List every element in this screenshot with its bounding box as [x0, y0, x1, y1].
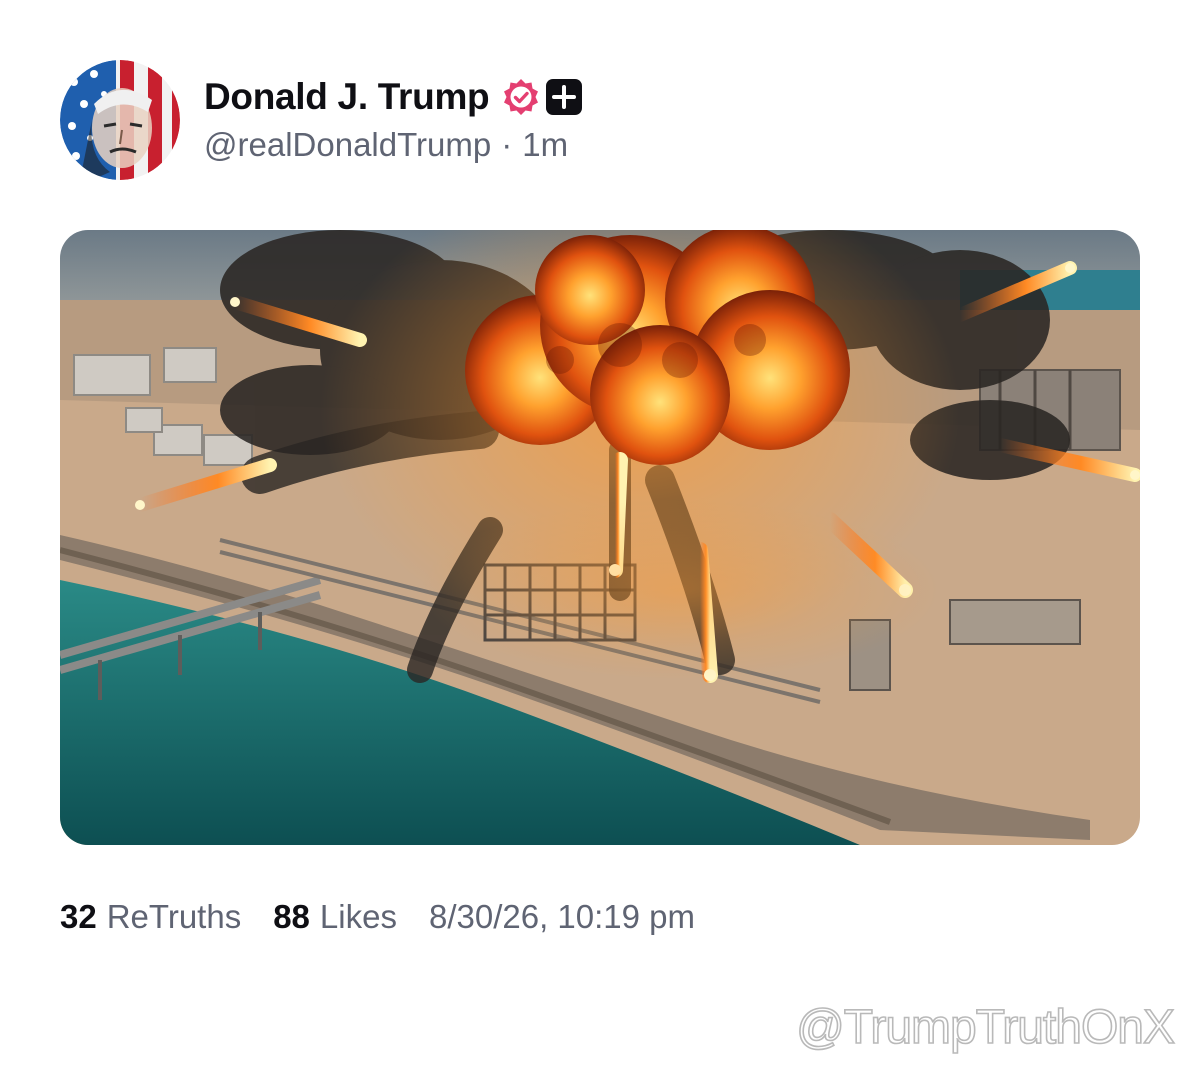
author-avatar[interactable] [60, 60, 180, 180]
plus-icon[interactable] [545, 78, 583, 116]
author-handle[interactable]: @realDonaldTrump [204, 126, 491, 164]
avatar-image [60, 60, 180, 180]
author-meta-row: @realDonaldTrump · 1m [204, 126, 568, 164]
likes-count: 88 [273, 898, 310, 935]
explosion-image [60, 230, 1140, 845]
likes-stat[interactable]: 88 Likes [273, 898, 397, 936]
meta-separator: · [501, 126, 513, 163]
retruths-label: ReTruths [106, 898, 242, 935]
watermark: @TrumpTruthOnX [795, 1001, 1176, 1054]
post-stats: 32 ReTruths 88 Likes 8/30/26, 10:19 pm [60, 892, 695, 942]
likes-label: Likes [319, 898, 397, 935]
author-display-name[interactable]: Donald J. Trump [204, 76, 490, 118]
post-time-ago[interactable]: 1m [522, 126, 568, 164]
post-media-image[interactable] [60, 230, 1140, 845]
retruths-stat[interactable]: 32 ReTruths [60, 898, 241, 936]
watermark-text: @TrumpTruthOnX [795, 1001, 1176, 1054]
retruths-count: 32 [60, 898, 97, 935]
author-name-row: Donald J. Trump [204, 72, 583, 122]
post-timestamp: 8/30/26, 10:19 pm [428, 898, 695, 935]
verified-badge-icon [504, 79, 539, 115]
